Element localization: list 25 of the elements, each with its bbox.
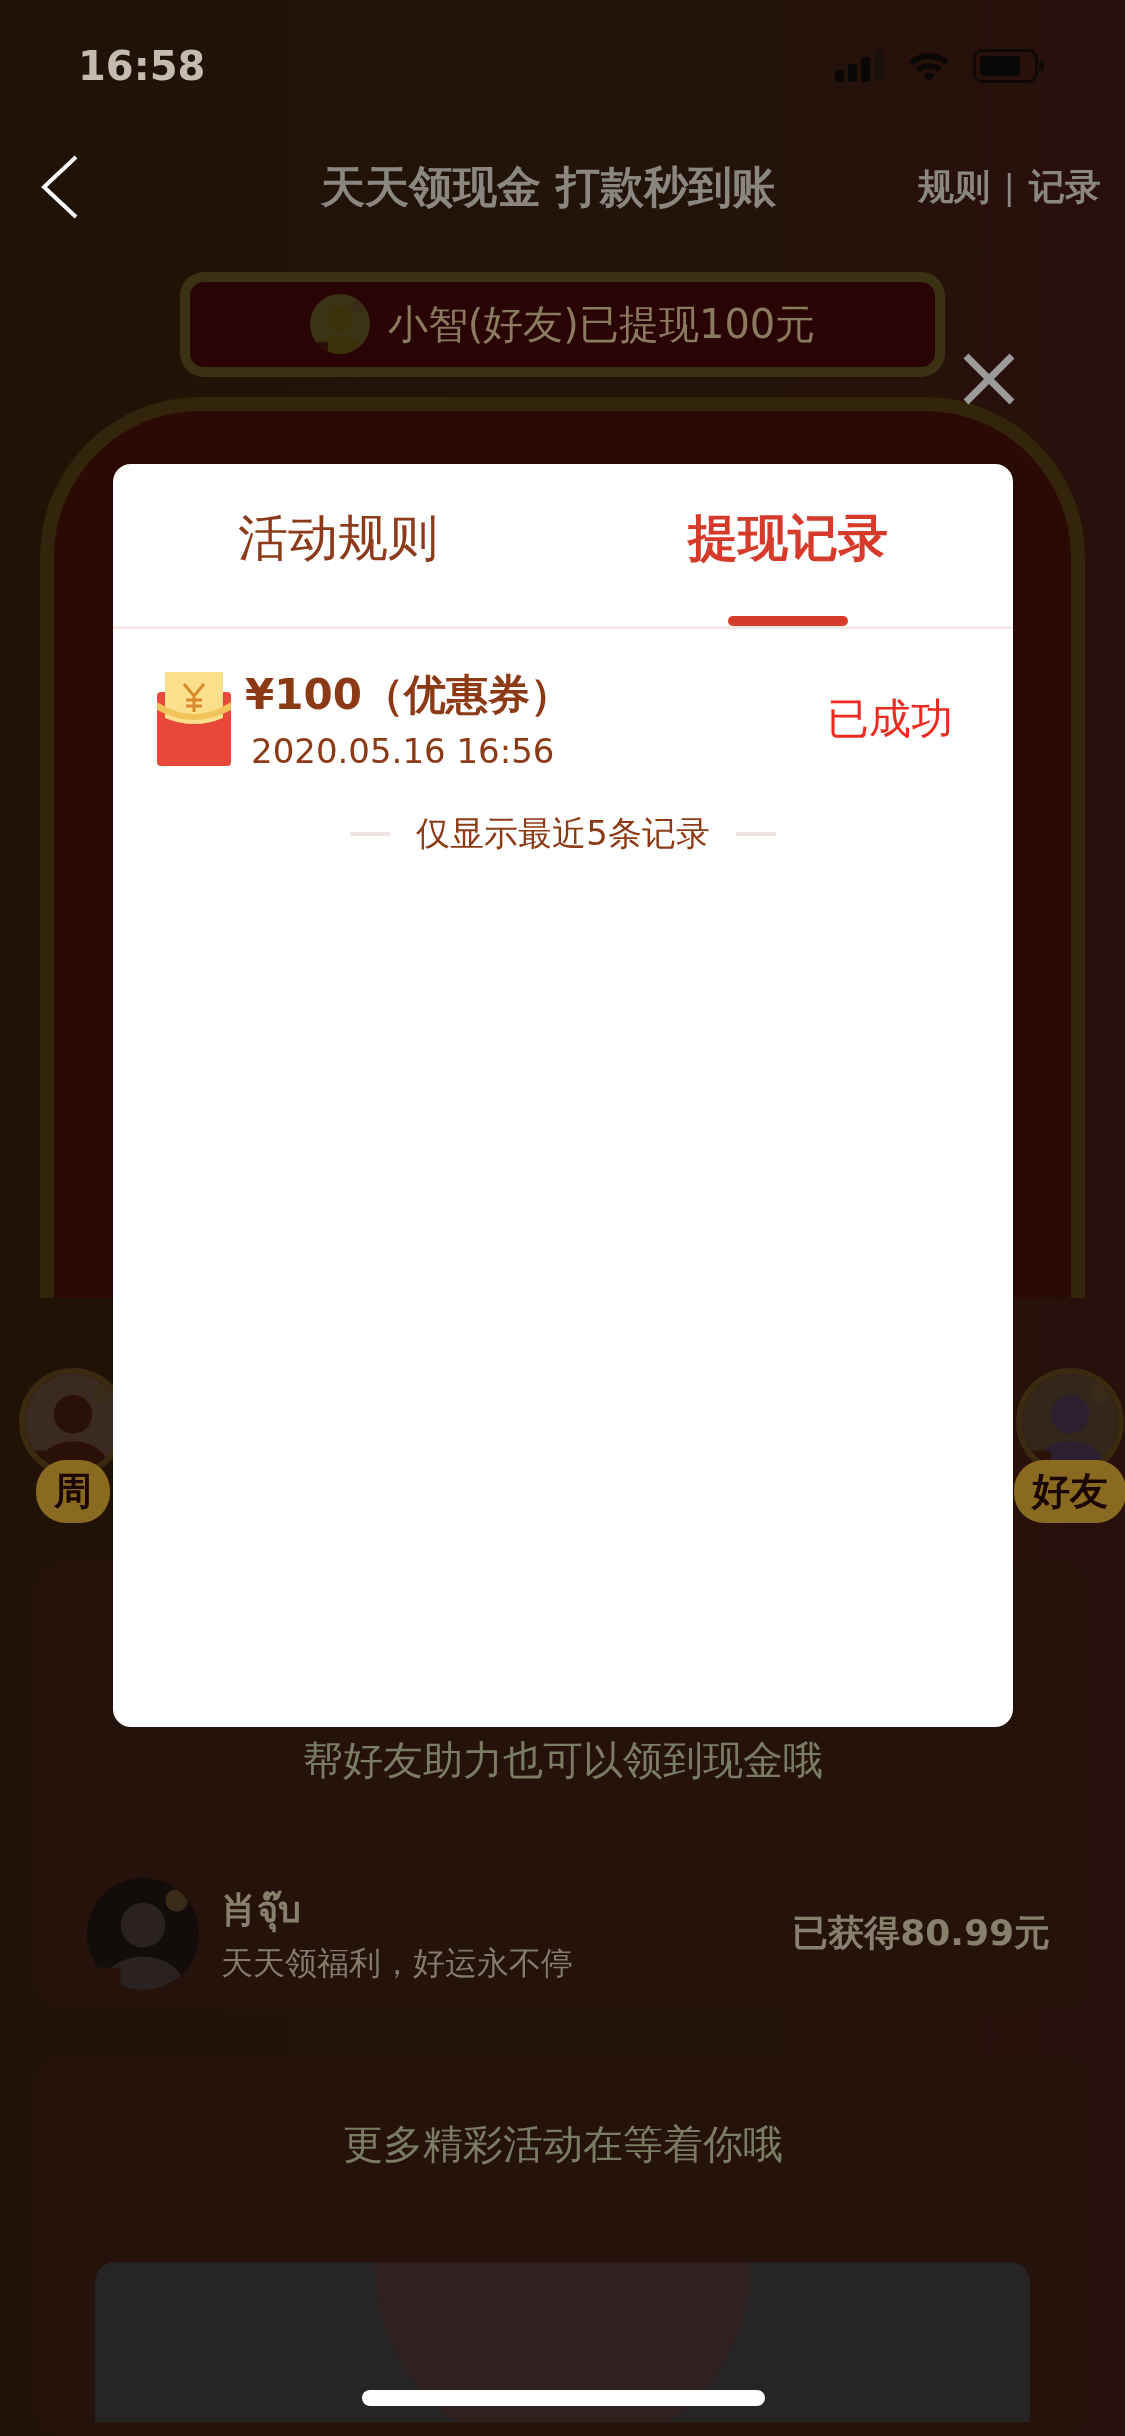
close-button[interactable] <box>962 352 1016 406</box>
status-time: 16:58 <box>78 43 206 90</box>
nav-link[interactable]: 规则 <box>917 162 990 212</box>
nav-link[interactable]: 记录 <box>1029 162 1101 212</box>
earned-amount: 已获得80.99元 <box>792 1911 1050 1956</box>
helper-label: 周 <box>36 1459 110 1523</box>
ticker-text: 小智(好友)已提现100元 <box>387 299 816 349</box>
record-time: 2020.05.16 16:56 <box>251 731 556 771</box>
card-title: 帮好友助力也可以领到现金哦 <box>302 1735 823 1785</box>
battery-icon <box>973 49 1045 84</box>
dialog-tab[interactable]: 活动规则 <box>113 464 563 626</box>
card-title: 更多精彩活动在等着你哦 <box>342 2119 783 2169</box>
friend-motto: 天天领福利，好运永不停 <box>221 1943 574 1985</box>
back-button[interactable] <box>40 155 80 220</box>
page-title: 天天领现金 打款秒到账 <box>319 159 778 214</box>
record-status: 已成功 <box>827 693 953 745</box>
wifi-icon <box>907 50 951 83</box>
helper-label: 好友 <box>1014 1459 1125 1523</box>
dialog-tab[interactable]: 提现记录 <box>563 464 1013 626</box>
record-amount: ¥100（优惠券） <box>245 669 573 721</box>
link-separator: | <box>1003 167 1015 208</box>
friend-name: 肖จุ๊บ <box>221 1888 302 1935</box>
envelope-icon <box>157 672 231 766</box>
signal-icon <box>835 50 885 83</box>
records-note: 仅显示最近5条记录 <box>416 812 710 855</box>
